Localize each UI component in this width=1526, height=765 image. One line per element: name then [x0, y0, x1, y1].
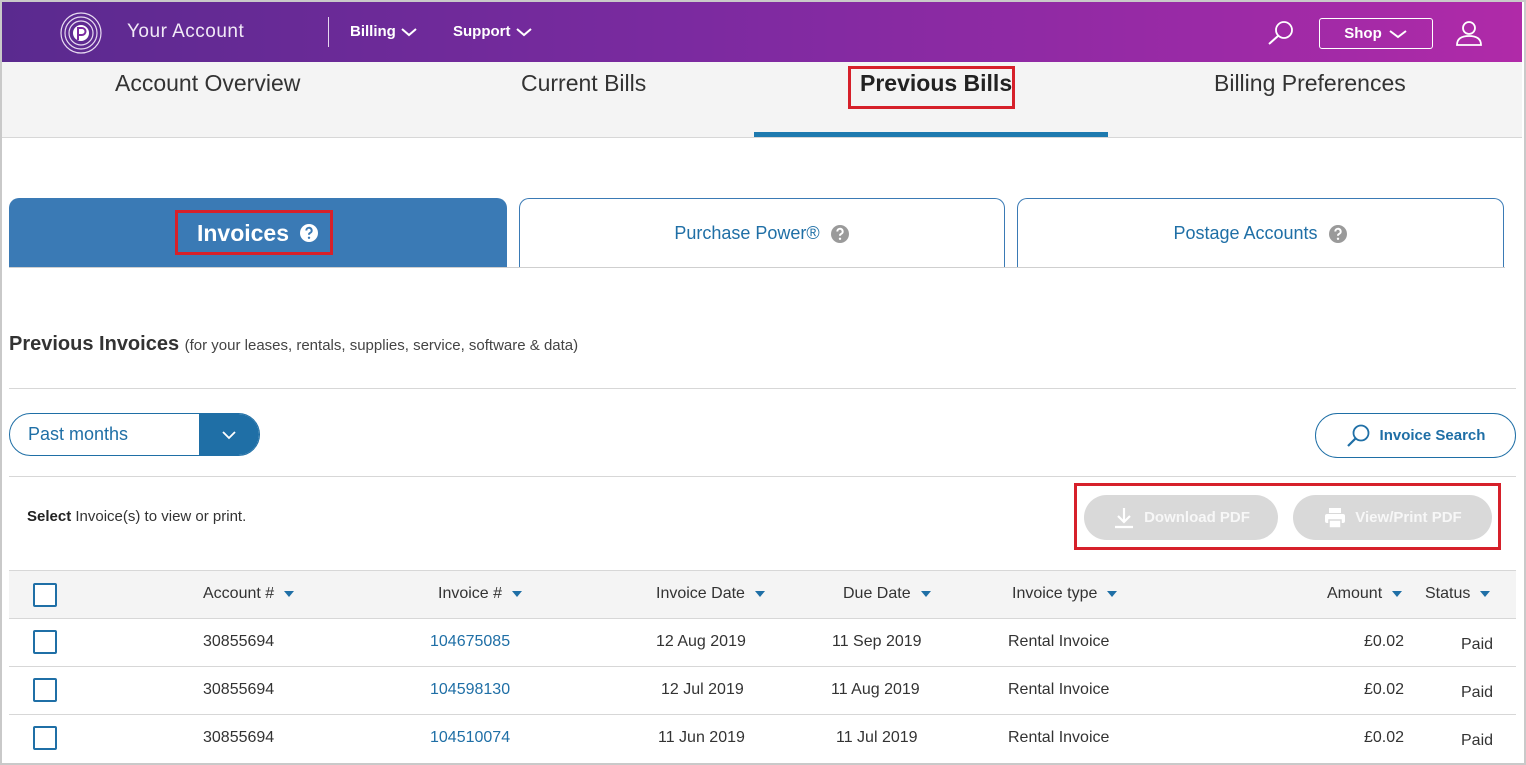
table-header: Account # Invoice # Invoice Date Due Dat… — [9, 570, 1516, 618]
row-checkbox[interactable] — [33, 678, 57, 702]
select-all-checkbox[interactable] — [33, 583, 57, 607]
column-label: Invoice type — [1012, 585, 1098, 602]
help-icon[interactable] — [1328, 224, 1348, 244]
tab-current-bills[interactable]: Current Bills — [521, 70, 646, 97]
row-separator — [9, 714, 1516, 715]
search-icon[interactable] — [1266, 20, 1296, 46]
section-subtitle: (for your leases, rentals, supplies, ser… — [184, 337, 579, 354]
invoice-search-label: Invoice Search — [1379, 427, 1486, 444]
period-dropdown[interactable]: Past months — [9, 413, 260, 456]
sort-down-icon — [284, 591, 295, 597]
invoice-link[interactable]: 104510074 — [430, 729, 510, 747]
due-date: 11 Aug 2019 — [831, 681, 920, 698]
section-title: Previous Invoices (for your leases, rent… — [9, 333, 578, 356]
support-menu[interactable]: Support — [453, 23, 533, 40]
chevron-down-icon — [515, 27, 532, 36]
top-navigation-bar: Your Account Billing Support Shop — [2, 2, 1522, 62]
column-label: Amount — [1327, 585, 1383, 602]
row-checkbox[interactable] — [33, 726, 57, 750]
highlight-box-previous-bills — [848, 66, 1015, 109]
chevron-down-icon — [401, 27, 417, 36]
tab-billing-preferences[interactable]: Billing Preferences — [1214, 70, 1406, 97]
invoice-type: Rental Invoice — [1008, 729, 1110, 746]
user-icon[interactable] — [1455, 19, 1483, 47]
invoice-date: 12 Jul 2019 — [661, 681, 744, 698]
sort-down-icon — [754, 591, 765, 597]
subtab-postage-accounts-label: Postage Accounts — [1173, 223, 1318, 243]
shop-button-label: Shop — [1344, 25, 1382, 42]
select-instruction-bold: Select — [27, 508, 72, 525]
column-label: Status — [1425, 585, 1471, 602]
highlight-box-invoices — [175, 210, 333, 255]
status-badge: Paid — [1461, 636, 1494, 653]
app-title[interactable]: Your Account — [127, 21, 244, 43]
column-header-invoice[interactable]: Invoice # — [438, 585, 523, 603]
amount: £0.02 — [1364, 633, 1405, 650]
amount: £0.02 — [1364, 729, 1405, 746]
subtab-postage-accounts[interactable]: Postage Accounts — [1017, 198, 1504, 268]
select-instruction: Select Invoice(s) to view or print. — [27, 508, 246, 525]
invoice-link[interactable]: 104598130 — [430, 681, 510, 699]
logo-icon[interactable] — [60, 12, 102, 54]
amount: £0.02 — [1364, 681, 1405, 698]
chevron-down-icon — [1389, 29, 1407, 38]
sort-down-icon — [1107, 591, 1118, 597]
sort-down-icon — [1480, 591, 1491, 597]
column-header-status[interactable]: Status — [1425, 585, 1491, 603]
invoice-type: Rental Invoice — [1008, 633, 1110, 650]
invoice-link[interactable]: 104675085 — [430, 633, 510, 651]
tab-account-overview[interactable]: Account Overview — [115, 70, 300, 97]
divider — [9, 476, 1516, 477]
account-number: 30855694 — [203, 729, 275, 746]
support-menu-label: Support — [453, 23, 511, 40]
account-number: 30855694 — [203, 633, 275, 650]
divider — [9, 388, 1516, 389]
status-badge: Paid — [1461, 684, 1494, 701]
column-label: Invoice # — [438, 585, 503, 602]
column-header-amount[interactable]: Amount — [1327, 585, 1403, 603]
subtab-baseline — [9, 267, 1505, 268]
section-title-text: Previous Invoices — [9, 333, 180, 355]
chevron-down-icon — [222, 430, 236, 439]
column-label: Account # — [203, 585, 275, 602]
row-separator — [9, 618, 1516, 619]
row-separator — [9, 666, 1516, 667]
subtab-purchase-power-label: Purchase Power® — [674, 223, 820, 243]
column-header-due-date[interactable]: Due Date — [843, 585, 931, 603]
select-instruction-text: Invoice(s) to view or print. — [75, 508, 247, 525]
due-date: 11 Jul 2019 — [836, 729, 918, 746]
highlight-box-pdf-buttons — [1074, 483, 1501, 550]
column-header-account[interactable]: Account # — [203, 585, 295, 603]
row-checkbox[interactable] — [33, 630, 57, 654]
help-icon[interactable] — [830, 224, 850, 244]
shop-button[interactable]: Shop — [1319, 18, 1433, 49]
invoice-date: 11 Jun 2019 — [658, 729, 745, 746]
billing-menu[interactable]: Billing — [350, 23, 418, 40]
column-label: Due Date — [843, 585, 911, 602]
status-badge: Paid — [1461, 732, 1494, 749]
search-icon — [1346, 424, 1369, 447]
due-date: 11 Sep 2019 — [832, 633, 922, 650]
column-label: Invoice Date — [656, 585, 745, 602]
header-divider — [328, 17, 329, 47]
column-header-invoice-date[interactable]: Invoice Date — [656, 585, 765, 603]
billing-menu-label: Billing — [350, 23, 396, 40]
sort-down-icon — [920, 591, 931, 597]
invoice-type: Rental Invoice — [1008, 681, 1110, 698]
dropdown-toggle[interactable] — [199, 414, 259, 455]
sort-down-icon — [512, 591, 523, 597]
active-tab-underline — [754, 132, 1108, 137]
main-tab-bar: Account Overview Current Bills Previous … — [2, 62, 1522, 138]
subtab-purchase-power[interactable]: Purchase Power® — [519, 198, 1005, 268]
account-number: 30855694 — [203, 681, 275, 698]
period-dropdown-value: Past months — [28, 424, 129, 444]
invoice-search-button[interactable]: Invoice Search — [1315, 413, 1516, 458]
invoice-date: 12 Aug 2019 — [656, 633, 746, 650]
sort-down-icon — [1392, 591, 1403, 597]
column-header-invoice-type[interactable]: Invoice type — [1012, 585, 1118, 603]
